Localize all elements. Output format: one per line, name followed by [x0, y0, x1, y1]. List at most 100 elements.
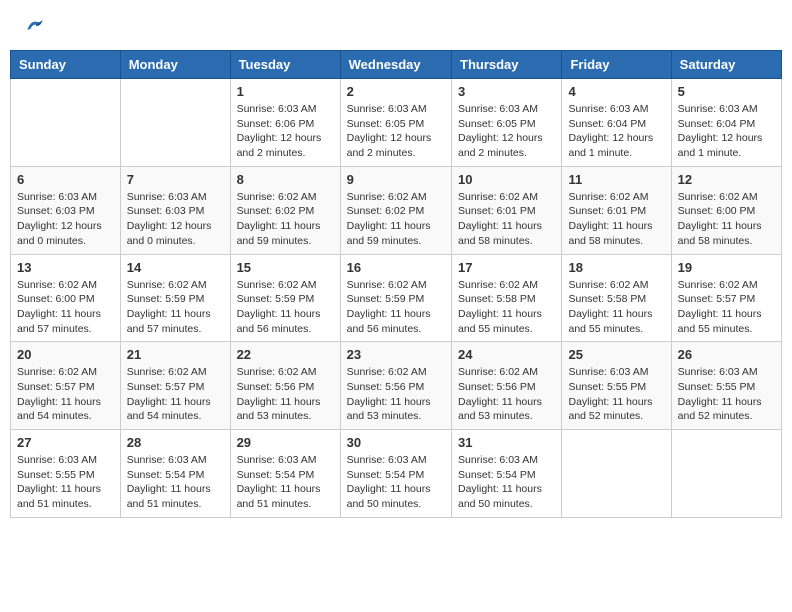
day-info: Sunrise: 6:03 AM Sunset: 5:54 PM Dayligh…: [237, 453, 334, 512]
calendar-cell: [671, 430, 781, 518]
calendar-week-row: 27 Sunrise: 6:03 AM Sunset: 5:55 PM Dayli…: [11, 430, 782, 518]
day-info: Sunrise: 6:02 AM Sunset: 5:57 PM Dayligh…: [678, 278, 775, 337]
calendar-cell: [120, 79, 230, 167]
day-info: Sunrise: 6:02 AM Sunset: 5:59 PM Dayligh…: [347, 278, 445, 337]
calendar-cell: 15 Sunrise: 6:02 AM Sunset: 5:59 PM Dayli…: [230, 254, 340, 342]
day-info: Sunrise: 6:03 AM Sunset: 6:04 PM Dayligh…: [568, 102, 664, 161]
calendar-cell: 13 Sunrise: 6:02 AM Sunset: 6:00 PM Dayli…: [11, 254, 121, 342]
day-info: Sunrise: 6:02 AM Sunset: 5:59 PM Dayligh…: [237, 278, 334, 337]
calendar-cell: 1 Sunrise: 6:03 AM Sunset: 6:06 PM Daylig…: [230, 79, 340, 167]
day-number: 27: [17, 435, 114, 450]
calendar-header-friday: Friday: [562, 51, 671, 79]
calendar-table: SundayMondayTuesdayWednesdayThursdayFrid…: [10, 50, 782, 518]
calendar-header-sunday: Sunday: [11, 51, 121, 79]
day-info: Sunrise: 6:02 AM Sunset: 5:56 PM Dayligh…: [347, 365, 445, 424]
day-info: Sunrise: 6:03 AM Sunset: 6:04 PM Dayligh…: [678, 102, 775, 161]
day-number: 3: [458, 84, 555, 99]
day-number: 13: [17, 260, 114, 275]
day-number: 8: [237, 172, 334, 187]
day-number: 16: [347, 260, 445, 275]
calendar-cell: 24 Sunrise: 6:02 AM Sunset: 5:56 PM Dayli…: [452, 342, 562, 430]
day-info: Sunrise: 6:02 AM Sunset: 5:57 PM Dayligh…: [127, 365, 224, 424]
day-number: 7: [127, 172, 224, 187]
day-info: Sunrise: 6:03 AM Sunset: 5:55 PM Dayligh…: [678, 365, 775, 424]
day-info: Sunrise: 6:02 AM Sunset: 5:56 PM Dayligh…: [237, 365, 334, 424]
calendar-cell: [562, 430, 671, 518]
day-info: Sunrise: 6:02 AM Sunset: 6:00 PM Dayligh…: [17, 278, 114, 337]
calendar-header-saturday: Saturday: [671, 51, 781, 79]
logo: [20, 15, 46, 35]
day-number: 28: [127, 435, 224, 450]
calendar-cell: 4Sunrise: 6:03 AM Sunset: 6:04 PM Daylig…: [562, 79, 671, 167]
day-number: 31: [458, 435, 555, 450]
day-info: Sunrise: 6:02 AM Sunset: 5:57 PM Dayligh…: [17, 365, 114, 424]
calendar-header-row: SundayMondayTuesdayWednesdayThursdayFrid…: [11, 51, 782, 79]
calendar-cell: 23 Sunrise: 6:02 AM Sunset: 5:56 PM Dayli…: [340, 342, 451, 430]
day-number: 22: [237, 347, 334, 362]
day-number: 17: [458, 260, 555, 275]
calendar-cell: 12 Sunrise: 6:02 AM Sunset: 6:00 PM Dayli…: [671, 166, 781, 254]
calendar-cell: 31 Sunrise: 6:03 AM Sunset: 5:54 PM Dayli…: [452, 430, 562, 518]
calendar-cell: 27 Sunrise: 6:03 AM Sunset: 5:55 PM Dayli…: [11, 430, 121, 518]
day-number: 6: [17, 172, 114, 187]
calendar-cell: 16 Sunrise: 6:02 AM Sunset: 5:59 PM Dayli…: [340, 254, 451, 342]
calendar-header-tuesday: Tuesday: [230, 51, 340, 79]
day-info: Sunrise: 6:02 AM Sunset: 6:01 PM Dayligh…: [568, 190, 664, 249]
calendar-header-monday: Monday: [120, 51, 230, 79]
day-info: Sunrise: 6:02 AM Sunset: 5:58 PM Dayligh…: [458, 278, 555, 337]
day-info: Sunrise: 6:02 AM Sunset: 6:01 PM Dayligh…: [458, 190, 555, 249]
calendar-cell: 20Sunrise: 6:02 AM Sunset: 5:57 PM Dayli…: [11, 342, 121, 430]
day-number: 23: [347, 347, 445, 362]
day-number: 2: [347, 84, 445, 99]
day-info: Sunrise: 6:03 AM Sunset: 5:55 PM Dayligh…: [568, 365, 664, 424]
day-number: 15: [237, 260, 334, 275]
calendar-header-wednesday: Wednesday: [340, 51, 451, 79]
calendar-cell: 21Sunrise: 6:02 AM Sunset: 5:57 PM Dayli…: [120, 342, 230, 430]
calendar-week-row: 6 Sunrise: 6:03 AM Sunset: 6:03 PM Daylig…: [11, 166, 782, 254]
day-info: Sunrise: 6:03 AM Sunset: 6:03 PM Dayligh…: [17, 190, 114, 249]
day-info: Sunrise: 6:03 AM Sunset: 5:54 PM Dayligh…: [458, 453, 555, 512]
calendar-cell: 30Sunrise: 6:03 AM Sunset: 5:54 PM Dayli…: [340, 430, 451, 518]
calendar-cell: 25 Sunrise: 6:03 AM Sunset: 5:55 PM Dayli…: [562, 342, 671, 430]
day-info: Sunrise: 6:02 AM Sunset: 6:02 PM Dayligh…: [237, 190, 334, 249]
calendar-header-thursday: Thursday: [452, 51, 562, 79]
calendar-cell: 3 Sunrise: 6:03 AM Sunset: 6:05 PM Daylig…: [452, 79, 562, 167]
day-number: 10: [458, 172, 555, 187]
calendar-week-row: 13 Sunrise: 6:02 AM Sunset: 6:00 PM Dayli…: [11, 254, 782, 342]
day-info: Sunrise: 6:02 AM Sunset: 5:56 PM Dayligh…: [458, 365, 555, 424]
calendar-cell: 22 Sunrise: 6:02 AM Sunset: 5:56 PM Dayli…: [230, 342, 340, 430]
calendar-cell: 29Sunrise: 6:03 AM Sunset: 5:54 PM Dayli…: [230, 430, 340, 518]
day-info: Sunrise: 6:03 AM Sunset: 5:54 PM Dayligh…: [127, 453, 224, 512]
calendar-cell: 18Sunrise: 6:02 AM Sunset: 5:58 PM Dayli…: [562, 254, 671, 342]
calendar-week-row: 20Sunrise: 6:02 AM Sunset: 5:57 PM Dayli…: [11, 342, 782, 430]
calendar-cell: 26 Sunrise: 6:03 AM Sunset: 5:55 PM Dayli…: [671, 342, 781, 430]
calendar-cell: 8 Sunrise: 6:02 AM Sunset: 6:02 PM Daylig…: [230, 166, 340, 254]
day-number: 18: [568, 260, 664, 275]
day-number: 1: [237, 84, 334, 99]
calendar-cell: 14 Sunrise: 6:02 AM Sunset: 5:59 PM Dayli…: [120, 254, 230, 342]
calendar-cell: 9Sunrise: 6:02 AM Sunset: 6:02 PM Daylig…: [340, 166, 451, 254]
day-number: 26: [678, 347, 775, 362]
calendar-cell: 7 Sunrise: 6:03 AM Sunset: 6:03 PM Daylig…: [120, 166, 230, 254]
day-info: Sunrise: 6:03 AM Sunset: 6:06 PM Dayligh…: [237, 102, 334, 161]
day-info: Sunrise: 6:03 AM Sunset: 5:55 PM Dayligh…: [17, 453, 114, 512]
day-number: 19: [678, 260, 775, 275]
calendar-cell: [11, 79, 121, 167]
calendar-cell: 19 Sunrise: 6:02 AM Sunset: 5:57 PM Dayli…: [671, 254, 781, 342]
calendar-cell: 2Sunrise: 6:03 AM Sunset: 6:05 PM Daylig…: [340, 79, 451, 167]
day-number: 25: [568, 347, 664, 362]
day-info: Sunrise: 6:03 AM Sunset: 6:03 PM Dayligh…: [127, 190, 224, 249]
calendar-week-row: 1 Sunrise: 6:03 AM Sunset: 6:06 PM Daylig…: [11, 79, 782, 167]
day-number: 11: [568, 172, 664, 187]
day-number: 24: [458, 347, 555, 362]
day-number: 5: [678, 84, 775, 99]
day-number: 14: [127, 260, 224, 275]
day-info: Sunrise: 6:02 AM Sunset: 6:00 PM Dayligh…: [678, 190, 775, 249]
calendar-cell: 10 Sunrise: 6:02 AM Sunset: 6:01 PM Dayli…: [452, 166, 562, 254]
day-number: 12: [678, 172, 775, 187]
day-info: Sunrise: 6:03 AM Sunset: 5:54 PM Dayligh…: [347, 453, 445, 512]
day-info: Sunrise: 6:03 AM Sunset: 6:05 PM Dayligh…: [458, 102, 555, 161]
calendar-cell: 11 Sunrise: 6:02 AM Sunset: 6:01 PM Dayli…: [562, 166, 671, 254]
calendar-cell: 17 Sunrise: 6:02 AM Sunset: 5:58 PM Dayli…: [452, 254, 562, 342]
day-info: Sunrise: 6:02 AM Sunset: 5:59 PM Dayligh…: [127, 278, 224, 337]
